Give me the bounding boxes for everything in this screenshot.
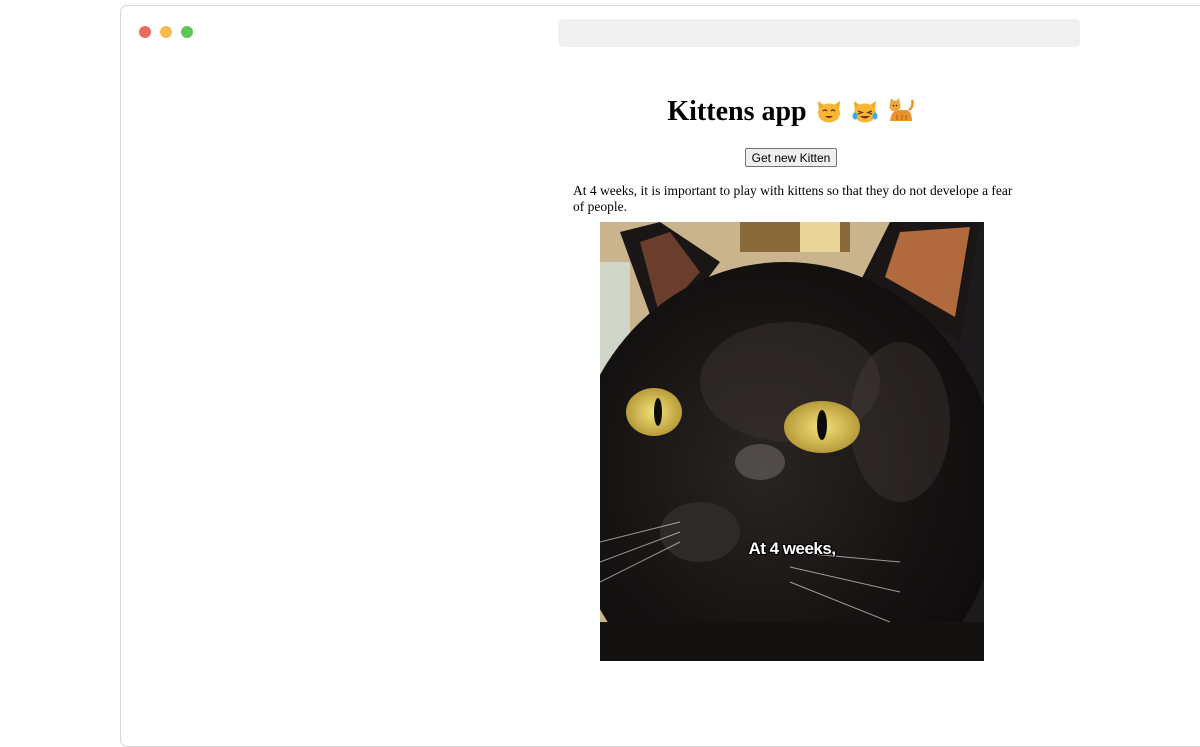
- page-title-text: Kittens app: [667, 96, 807, 127]
- kitten-photo: At 4 weeks,: [600, 222, 984, 661]
- cat-icon: [889, 98, 914, 121]
- window-controls: [139, 26, 193, 38]
- close-window-button[interactable]: [139, 26, 151, 38]
- image-caption: At 4 weeks,: [748, 539, 836, 558]
- page-title: Kittens app: [571, 91, 1011, 133]
- browser-window: Kittens app Get new Kitten At 4 weeks, i…: [120, 5, 1200, 747]
- cat-tears-of-joy-icon: [852, 101, 878, 123]
- smiling-cat-icon: [817, 101, 840, 123]
- address-bar[interactable]: [558, 19, 1080, 47]
- page-content: Kittens app Get new Kitten At 4 weeks, i…: [571, 91, 1013, 215]
- minimize-window-button[interactable]: [160, 26, 172, 38]
- get-new-kitten-button[interactable]: Get new Kitten: [744, 148, 838, 167]
- kitten-fact-text: At 4 weeks, it is important to play with…: [573, 183, 1013, 214]
- maximize-window-button[interactable]: [181, 26, 193, 38]
- button-row: Get new Kitten: [571, 148, 1011, 167]
